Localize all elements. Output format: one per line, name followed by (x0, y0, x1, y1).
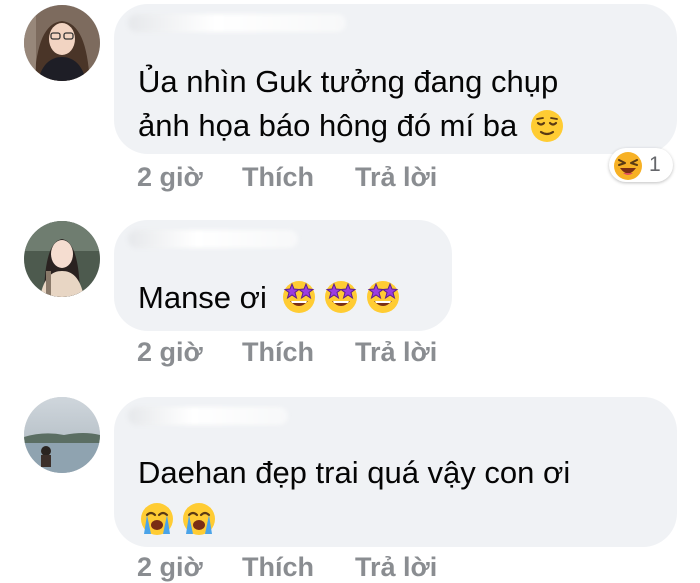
star-struck-icon (364, 277, 402, 315)
author-name-redacted[interactable] (128, 14, 346, 32)
comment-text-line-2: ảnh họa báo hông đó mí ba (138, 104, 653, 148)
avatar[interactable] (24, 5, 100, 81)
reaction-badge[interactable]: 1 (609, 148, 673, 182)
comment-bubble: Ủa nhìn Guk tưởng đang chụp ảnh họa báo … (114, 4, 677, 154)
comment-text-body: Daehan đẹp trai quá vậy con ơi (138, 455, 571, 490)
comment-time[interactable]: 2 giờ (137, 162, 203, 193)
comment-text-line-2-text: ảnh họa báo hông đó mí ba (138, 108, 518, 143)
like-button[interactable]: Thích (242, 162, 314, 193)
emoji-row (138, 499, 653, 543)
like-button[interactable]: Thích (242, 337, 314, 368)
laughing-squint-face-icon (613, 151, 643, 181)
author-name-redacted[interactable] (128, 230, 298, 248)
reply-button[interactable]: Trả lời (355, 337, 437, 368)
comment-text: Ủa nhìn Guk tưởng đang chụp ảnh họa báo … (138, 60, 653, 148)
relieved-face-icon (530, 109, 564, 143)
comment-text: Manse ơi (138, 276, 428, 320)
comment-text-body: Manse ơi (138, 280, 267, 315)
star-struck-icon (280, 277, 318, 315)
reply-button[interactable]: Trả lời (355, 552, 437, 583)
comment-bubble: Manse ơi (114, 220, 452, 331)
comment-bubble: Daehan đẹp trai quá vậy con ơi (114, 397, 677, 547)
loudly-crying-face-icon (180, 500, 218, 538)
reaction-count: 1 (649, 153, 661, 176)
reply-button[interactable]: Trả lời (355, 162, 437, 193)
like-button[interactable]: Thích (242, 552, 314, 583)
avatar[interactable] (24, 397, 100, 473)
comment-time[interactable]: 2 giờ (137, 552, 203, 583)
comment-text: Daehan đẹp trai quá vậy con ơi (138, 451, 653, 543)
comment-text-line-1: Ủa nhìn Guk tưởng đang chụp (138, 64, 559, 99)
avatar[interactable] (24, 221, 100, 297)
star-struck-icon (322, 277, 360, 315)
author-name-redacted[interactable] (128, 407, 288, 425)
loudly-crying-face-icon (138, 500, 176, 538)
comment-time[interactable]: 2 giờ (137, 337, 203, 368)
